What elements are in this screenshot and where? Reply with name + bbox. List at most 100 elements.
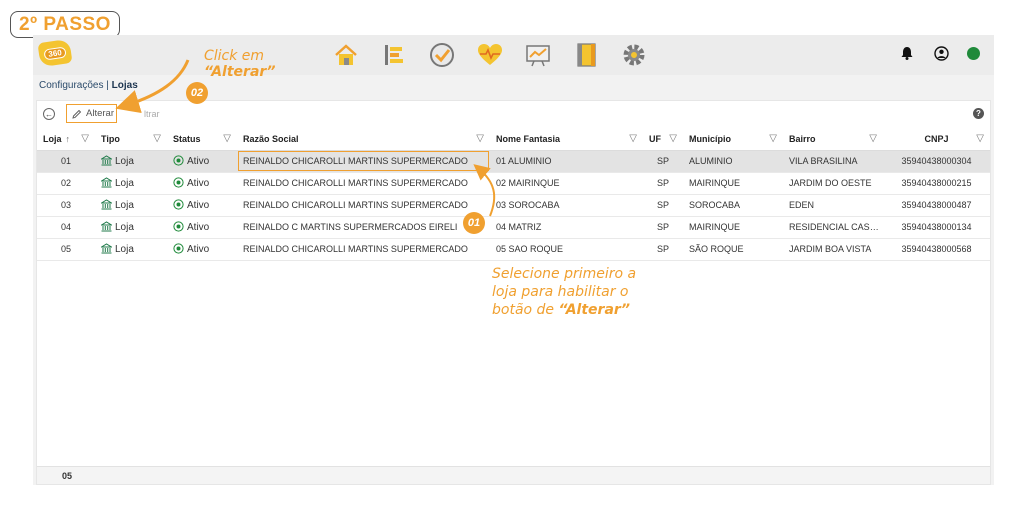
cell-bairro: JARDIM DO OESTE: [783, 172, 883, 195]
bank-icon: [101, 177, 112, 188]
cell-razao-social[interactable]: REINALDO CHICAROLLI MARTINS SUPERMERCADO: [237, 172, 490, 195]
filter-icon[interactable]: ▽: [629, 133, 637, 144]
cell-tipo: Loja: [95, 172, 167, 195]
app-logo[interactable]: 360: [37, 38, 73, 68]
cell-uf: SP: [643, 238, 683, 261]
table-footer-count: 05: [37, 466, 990, 484]
filter-icon[interactable]: ▽: [769, 133, 777, 144]
filter-icon[interactable]: ▽: [153, 133, 161, 144]
col-nome-fantasia[interactable]: Nome Fantasia ▽: [490, 128, 643, 151]
filter-icon[interactable]: ▽: [476, 133, 484, 144]
check-circle-icon[interactable]: [425, 39, 459, 71]
table-row[interactable]: 01 Loja Ativo REINALDO CHICAROLLI MARTINS S…: [37, 150, 990, 173]
col-loja-label: Loja: [43, 133, 62, 144]
cell-tipo-text: Loja: [115, 222, 134, 233]
col-razao-social[interactable]: Razão Social ▽: [237, 128, 490, 151]
annotation-select-line3-prefix: botão de: [492, 302, 559, 318]
cell-status-text: Ativo: [187, 178, 210, 189]
stores-table: Loja ↑ ▽ Tipo ▽ Status ▽ Razão Social ▽ Nome …: [37, 128, 990, 261]
cell-loja: 04: [37, 216, 95, 239]
cell-razao-social[interactable]: REINALDO CHICAROLLI MARTINS SUPERMERCADO: [237, 150, 490, 173]
cell-cnpj: 35940438000134: [883, 216, 990, 239]
help-icon[interactable]: ?: [973, 108, 984, 119]
module-nav: [329, 39, 651, 71]
col-tipo[interactable]: Tipo ▽: [95, 128, 167, 151]
annotation-click-line1: Click em: [204, 48, 265, 64]
chart-board-icon[interactable]: [521, 39, 555, 71]
gear-icon[interactable]: [617, 39, 651, 71]
cell-tipo: Loja: [95, 194, 167, 217]
notebook-icon[interactable]: [569, 39, 603, 71]
annotation-select-line2: loja para habilitar o: [492, 284, 629, 300]
filter-ghost-label: ltrar: [144, 109, 160, 119]
heart-pulse-icon[interactable]: [473, 39, 507, 71]
col-loja[interactable]: Loja ↑ ▽: [37, 128, 95, 151]
cell-loja: 03: [37, 194, 95, 217]
filter-icon[interactable]: ▽: [223, 133, 231, 144]
cell-cnpj: 35940438000304: [883, 150, 990, 173]
cell-cnpj: 35940438000215: [883, 172, 990, 195]
active-status-icon: [173, 155, 184, 166]
annotation-select-line1: Selecione primeiro a: [492, 266, 637, 282]
cell-loja: 02: [37, 172, 95, 195]
cell-status: Ativo: [167, 238, 237, 261]
cell-loja: 01: [37, 150, 95, 173]
filter-icon[interactable]: ▽: [81, 133, 89, 144]
table-row[interactable]: 04 Loja Ativo REINALDO C MARTINS SUPERMERCA…: [37, 216, 990, 239]
cell-status-text: Ativo: [187, 222, 210, 233]
bank-icon: [101, 221, 112, 232]
col-municipio-label: Município: [689, 133, 731, 144]
alterar-button[interactable]: Alterar: [66, 104, 117, 123]
col-cnpj[interactable]: CNPJ ▽: [883, 128, 990, 151]
top-bar: 360: [33, 35, 994, 75]
annotation-click-alterar: Click em “Alterar”: [204, 48, 276, 80]
app-window: 360 Configurações | Lojas ← Alterar ltra…: [33, 35, 994, 485]
breadcrumb-current: Lojas: [111, 80, 138, 91]
annotation-click-line2: “Alterar”: [204, 64, 276, 80]
cell-status-text: Ativo: [187, 244, 210, 255]
col-bairro[interactable]: Bairro ▽: [783, 128, 883, 151]
cell-razao-social[interactable]: REINALDO CHICAROLLI MARTINS SUPERMERCADO: [237, 194, 490, 217]
cell-bairro: JARDIM BOA VISTA: [783, 238, 883, 261]
annotation-select-store: Selecione primeiro a loja para habilitar…: [492, 265, 636, 319]
cell-uf: SP: [643, 216, 683, 239]
col-uf[interactable]: UF ▽: [643, 128, 683, 151]
cell-nome-fantasia: 03 SOROCABA: [490, 194, 643, 217]
user-icon[interactable]: [933, 45, 949, 61]
breadcrumb-parent[interactable]: Configurações |: [39, 80, 112, 91]
col-municipio[interactable]: Município ▽: [683, 128, 783, 151]
cell-razao-social[interactable]: REINALDO CHICAROLLI MARTINS SUPERMERCADO: [237, 238, 490, 261]
col-status[interactable]: Status ▽: [167, 128, 237, 151]
top-right-controls: [899, 45, 980, 61]
online-status-dot: [967, 46, 980, 60]
filter-icon[interactable]: ▽: [976, 133, 984, 144]
home-icon[interactable]: [329, 39, 363, 71]
bell-icon[interactable]: [899, 45, 915, 61]
cell-nome-fantasia: 01 ALUMINIO: [490, 150, 643, 173]
cell-bairro: RESIDENCIAL CASTA...: [783, 216, 883, 239]
back-arrow-icon[interactable]: ←: [43, 108, 55, 120]
table-row[interactable]: 02 Loja Ativo REINALDO CHICAROLLI MARTINS S…: [37, 172, 990, 195]
cell-tipo-text: Loja: [115, 156, 134, 167]
filter-icon[interactable]: ▽: [869, 133, 877, 144]
cell-tipo-text: Loja: [115, 200, 134, 211]
cell-status-text: Ativo: [187, 156, 210, 167]
list-icon[interactable]: [377, 39, 411, 71]
col-status-label: Status: [173, 133, 201, 144]
cell-tipo: Loja: [95, 216, 167, 239]
active-status-icon: [173, 243, 184, 254]
cell-status: Ativo: [167, 194, 237, 217]
cell-bairro: VILA BRASILINA: [783, 150, 883, 173]
step-02-badge: 02: [186, 82, 208, 104]
logo-text: 360: [43, 46, 67, 60]
cell-municipio: SÃO ROQUE: [683, 238, 783, 261]
col-tipo-label: Tipo: [101, 133, 120, 144]
cell-municipio: ALUMINIO: [683, 150, 783, 173]
cell-status: Ativo: [167, 216, 237, 239]
filter-icon[interactable]: ▽: [669, 133, 677, 144]
cell-status-text: Ativo: [187, 200, 210, 211]
table-row[interactable]: 03 Loja Ativo REINALDO CHICAROLLI MARTINS S…: [37, 194, 990, 217]
table-row[interactable]: 05 Loja Ativo REINALDO CHICAROLLI MARTINS S…: [37, 238, 990, 261]
cell-razao-social[interactable]: REINALDO C MARTINS SUPERMERCADOS EIRELI: [237, 216, 490, 239]
sort-asc-icon[interactable]: ↑: [66, 134, 71, 144]
